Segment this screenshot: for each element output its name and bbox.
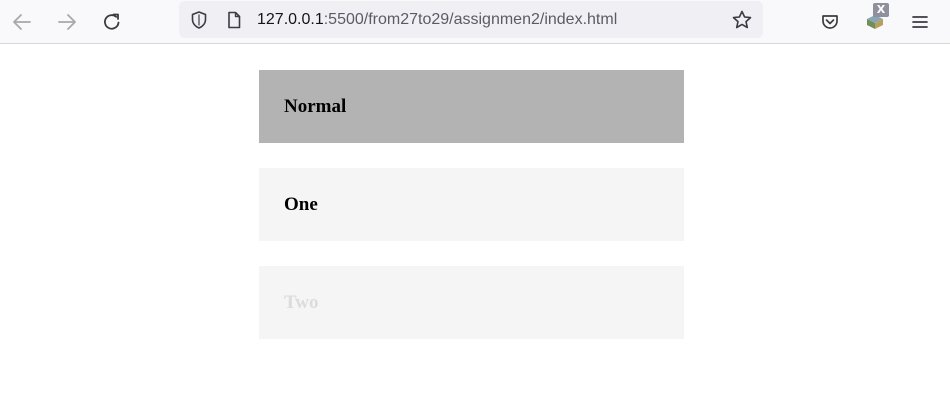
box-two: Two xyxy=(259,266,684,339)
hamburger-menu-icon xyxy=(912,16,928,28)
page-content: Normal One Two xyxy=(0,45,950,401)
pocket-icon xyxy=(822,15,838,29)
extension-badge: X xyxy=(873,3,889,17)
reload-button[interactable] xyxy=(98,8,126,36)
page-icon xyxy=(228,11,241,29)
bookmark-button[interactable] xyxy=(731,9,753,31)
box-two-label: Two xyxy=(284,291,319,313)
browser-toolbar: 127.0.0.1:5500/from27to29/assignmen2/ind… xyxy=(0,0,950,44)
star-icon xyxy=(732,10,752,29)
box-normal-label: Normal xyxy=(284,95,347,117)
shield-icon xyxy=(191,11,207,29)
menu-button[interactable] xyxy=(906,8,934,36)
page-info-button[interactable] xyxy=(223,9,245,31)
box-one-label: One xyxy=(284,193,318,215)
reload-icon xyxy=(104,13,120,30)
url-host: 127.0.0.1 xyxy=(257,11,324,28)
pocket-button[interactable] xyxy=(816,8,844,36)
arrow-right-icon xyxy=(58,14,76,30)
url-text[interactable]: 127.0.0.1:5500/from27to29/assignmen2/ind… xyxy=(257,10,617,30)
url-bar[interactable]: 127.0.0.1:5500/from27to29/assignmen2/ind… xyxy=(179,1,763,38)
url-path: :5500/from27to29/assignmen2/index.html xyxy=(323,11,618,28)
arrow-left-icon xyxy=(13,14,31,30)
box-normal: Normal xyxy=(259,70,684,143)
box-one: One xyxy=(259,168,684,241)
back-button[interactable] xyxy=(8,8,36,36)
forward-button[interactable] xyxy=(53,8,81,36)
tracking-protection-button[interactable] xyxy=(188,9,210,31)
